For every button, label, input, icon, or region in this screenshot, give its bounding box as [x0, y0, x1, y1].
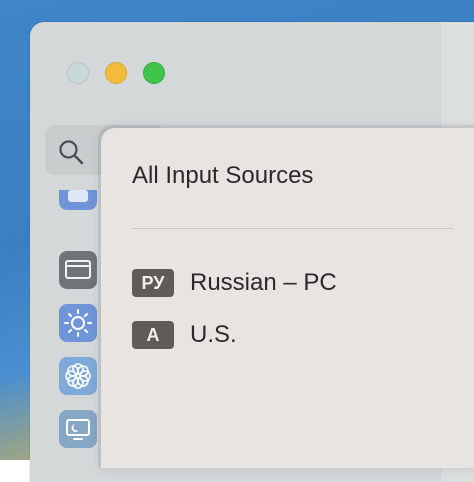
- input-source-badge: A: [132, 321, 174, 349]
- flower-icon: [65, 363, 91, 389]
- input-source-label: U.S.: [190, 321, 237, 348]
- display-icon: [65, 260, 91, 279]
- input-source-label: Russian – PC: [190, 269, 337, 296]
- popup-title: All Input Sources: [132, 162, 314, 189]
- input-source-us[interactable]: A U.S.: [132, 320, 432, 352]
- sidebar-item-wallpaper[interactable]: [59, 357, 97, 395]
- close-button[interactable]: [67, 62, 89, 84]
- divider: [132, 228, 453, 229]
- brightness-icon: [64, 309, 92, 337]
- input-sources-popup: All Input Sources РУ Russian – PC A U.S.: [101, 128, 474, 468]
- sidebar-item-brightness[interactable]: [59, 304, 97, 342]
- input-source-russian[interactable]: РУ Russian – PC: [132, 268, 432, 300]
- desktop-background: All Input Sources РУ Russian – PC A U.S.: [0, 0, 474, 482]
- partial-icon: [68, 190, 88, 202]
- minimize-button[interactable]: [105, 62, 127, 84]
- sidebar-item-displays[interactable]: [59, 251, 97, 289]
- sidebar-item-screen-saver[interactable]: [59, 410, 97, 448]
- sidebar-item-partial[interactable]: [59, 190, 97, 210]
- search-icon: [59, 140, 84, 165]
- screen-saver-icon: [66, 419, 90, 440]
- input-source-badge: РУ: [132, 269, 174, 297]
- zoom-button[interactable]: [143, 62, 165, 84]
